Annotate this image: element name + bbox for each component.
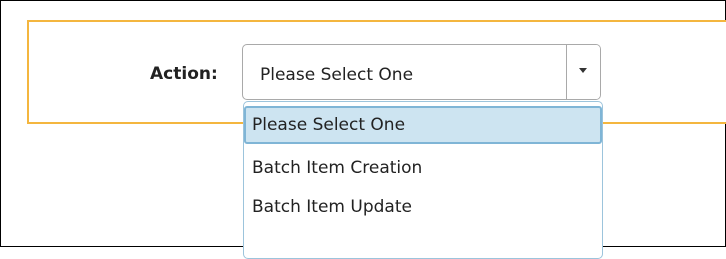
action-select-toggle[interactable] — [566, 45, 600, 99]
action-options-list: Please Select One Batch Item Creation Ba… — [243, 101, 603, 259]
action-label: Action: — [150, 64, 218, 84]
option-batch-item-creation[interactable]: Batch Item Creation — [244, 149, 602, 187]
page-frame: Action: Please Select One Please Select … — [0, 0, 726, 259]
action-select-value: Please Select One — [260, 65, 414, 85]
option-please-select-one[interactable]: Please Select One — [244, 106, 602, 144]
option-batch-item-update[interactable]: Batch Item Update — [244, 188, 602, 226]
action-select[interactable]: Please Select One — [242, 44, 601, 100]
chevron-down-icon — [579, 68, 587, 73]
